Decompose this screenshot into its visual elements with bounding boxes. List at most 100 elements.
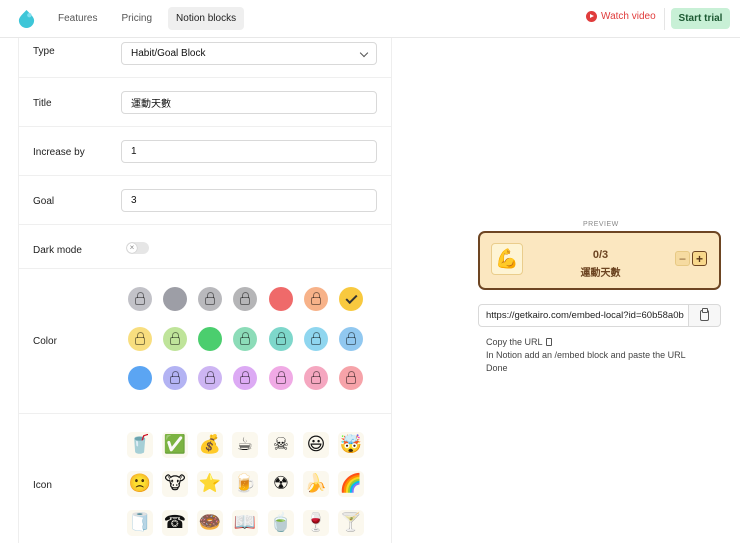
color-swatch[interactable] xyxy=(233,327,257,351)
lock-icon xyxy=(240,292,250,305)
lock-icon xyxy=(276,371,286,384)
increase-by-row: Increase by 1 xyxy=(19,127,391,176)
icon-label: Icon xyxy=(33,480,52,491)
icon-option[interactable]: ☕ xyxy=(232,432,258,458)
icon-option[interactable]: ☢ xyxy=(268,471,294,497)
nav-pricing[interactable]: Pricing xyxy=(113,7,160,30)
color-swatch[interactable] xyxy=(198,287,222,311)
color-swatch[interactable] xyxy=(233,366,257,390)
icon-option[interactable]: 🌈 xyxy=(338,471,364,497)
color-swatch[interactable] xyxy=(128,287,152,311)
icon-option[interactable]: 😃 xyxy=(303,432,329,458)
widget-title: 運動天數 xyxy=(580,268,621,279)
instruction-step-2: In Notion add an /embed block and paste … xyxy=(486,350,686,360)
clipboard-icon xyxy=(700,308,709,321)
icon-option[interactable]: 🍌 xyxy=(303,471,329,497)
kairo-logo-icon[interactable] xyxy=(17,9,36,28)
color-swatch[interactable] xyxy=(128,327,152,351)
goal-value: 3 xyxy=(131,195,137,206)
icon-option[interactable]: 🥤 xyxy=(127,432,153,458)
icon-option[interactable]: 🍵 xyxy=(268,510,294,536)
main-nav: Features Pricing Notion blocks xyxy=(50,7,245,30)
watch-video-link[interactable]: Watch video xyxy=(586,11,656,22)
lock-icon xyxy=(240,332,250,345)
color-swatch[interactable] xyxy=(198,366,222,390)
color-label: Color xyxy=(33,336,57,347)
top-nav-bar: Features Pricing Notion blocks Watch vid… xyxy=(0,0,740,38)
icon-option[interactable]: ☎ xyxy=(162,510,188,536)
icon-option[interactable]: ☠ xyxy=(268,432,294,458)
color-swatch[interactable] xyxy=(269,327,293,351)
dark-mode-row: Dark mode xyxy=(19,225,391,269)
lock-icon xyxy=(170,371,180,384)
color-swatch[interactable] xyxy=(304,366,328,390)
icon-option[interactable]: 💰 xyxy=(197,432,223,458)
goal-row: Goal 3 xyxy=(19,176,391,225)
lock-icon xyxy=(276,332,286,345)
icon-option[interactable]: 🍷 xyxy=(303,510,329,536)
lock-icon xyxy=(170,332,180,345)
color-swatch[interactable] xyxy=(304,327,328,351)
type-label: Type xyxy=(33,46,55,57)
icon-option[interactable]: 🐮 xyxy=(162,471,188,497)
icon-option[interactable]: ✅ xyxy=(162,432,188,458)
header-divider xyxy=(664,8,665,30)
title-input-value: 運動天數 xyxy=(131,99,171,110)
preview-heading: PREVIEW xyxy=(583,221,619,228)
watch-video-label: Watch video xyxy=(601,11,656,22)
icon-option[interactable]: 🍸 xyxy=(338,510,364,536)
lock-icon xyxy=(135,292,145,305)
color-swatch[interactable] xyxy=(163,327,187,351)
lock-icon xyxy=(240,371,250,384)
icon-option[interactable]: 🍺 xyxy=(232,471,258,497)
goal-label: Goal xyxy=(33,196,55,207)
color-swatch[interactable] xyxy=(198,327,222,351)
title-input[interactable]: 運動天數 xyxy=(121,91,377,114)
color-swatch[interactable] xyxy=(339,327,363,351)
embed-url-field[interactable]: https://getkairo.com/embed-local?id=60b5… xyxy=(478,304,689,327)
lock-icon xyxy=(311,332,321,345)
icon-option[interactable]: 🧻 xyxy=(127,510,153,536)
goal-input[interactable]: 3 xyxy=(121,189,377,212)
nav-notion-blocks[interactable]: Notion blocks xyxy=(168,7,245,30)
color-row: Color xyxy=(19,269,391,414)
color-swatch[interactable] xyxy=(269,287,293,311)
icon-option[interactable]: 🙁 xyxy=(127,471,153,497)
lock-icon xyxy=(346,332,356,345)
embed-url-row: https://getkairo.com/embed-local?id=60b5… xyxy=(478,304,721,327)
lock-icon xyxy=(311,371,321,384)
dark-mode-label: Dark mode xyxy=(33,245,82,256)
start-trial-button[interactable]: Start trial xyxy=(671,8,730,29)
dark-mode-toggle[interactable] xyxy=(126,242,149,254)
color-swatch[interactable] xyxy=(163,366,187,390)
play-icon xyxy=(586,11,597,22)
icon-option[interactable]: 🍩 xyxy=(197,510,223,536)
icon-option[interactable]: 🤯 xyxy=(338,432,364,458)
increase-by-label: Increase by xyxy=(33,147,85,158)
title-row: Title 運動天數 xyxy=(19,78,391,127)
color-swatch[interactable] xyxy=(304,287,328,311)
increase-by-input[interactable]: 1 xyxy=(121,140,377,163)
color-swatch[interactable] xyxy=(233,287,257,311)
clipboard-icon xyxy=(545,338,552,346)
type-select-value: Habit/Goal Block xyxy=(131,48,206,59)
color-swatch[interactable] xyxy=(339,287,363,311)
increment-button[interactable]: + xyxy=(692,251,707,266)
chevron-down-icon xyxy=(359,48,369,58)
type-select[interactable]: Habit/Goal Block xyxy=(121,42,377,65)
icon-option[interactable]: 📖 xyxy=(232,510,258,536)
lock-icon xyxy=(205,292,215,305)
instruction-step-3: Done xyxy=(486,363,508,373)
copy-url-button[interactable] xyxy=(689,304,721,327)
decrement-button[interactable]: − xyxy=(675,251,690,266)
icon-option[interactable]: ⭐ xyxy=(197,471,223,497)
lock-icon xyxy=(135,332,145,345)
color-swatch[interactable] xyxy=(339,366,363,390)
increase-by-value: 1 xyxy=(131,146,137,157)
color-swatch[interactable] xyxy=(163,287,187,311)
color-swatch[interactable] xyxy=(269,366,293,390)
type-row: Type Habit/Goal Block xyxy=(19,38,391,78)
nav-features[interactable]: Features xyxy=(50,7,105,30)
instruction-step-1: Copy the URL xyxy=(486,336,552,349)
color-swatch[interactable] xyxy=(128,366,152,390)
